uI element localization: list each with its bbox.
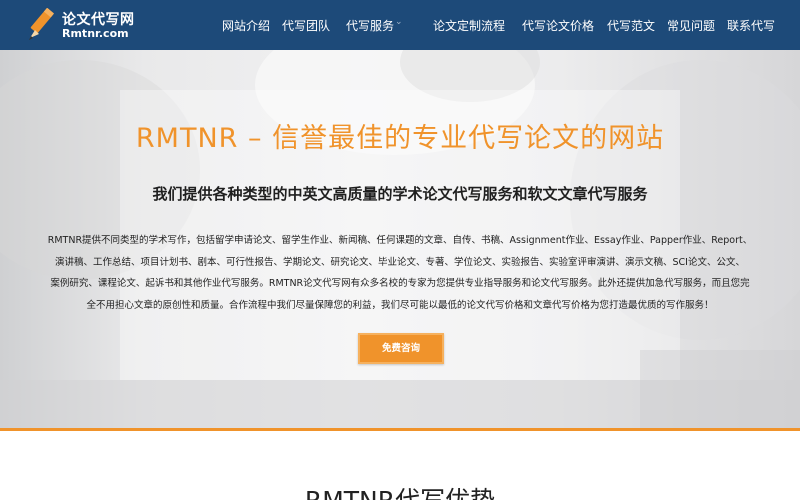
main-nav: 网站介绍 代写团队 代写服务 ⌄ 论文定制流程 代写论文价格 代写范文 常见问题… xyxy=(0,0,800,50)
nav-item-samples[interactable]: 代写范文 xyxy=(607,17,655,34)
hero-subtitle: 我们提供各种类型的中英文高质量的学术论文代写服务和软文文章代写服务 xyxy=(152,185,648,203)
hero-divider xyxy=(0,428,800,431)
hero-title: RMTNR – 信誉最佳的专业代写论文的网站 xyxy=(135,123,665,154)
chevron-down-icon[interactable]: ⌄ xyxy=(395,17,403,27)
nav-item-services[interactable]: 代写服务 xyxy=(346,17,394,34)
hero-description-line: 案例研究、课程论文、起诉书和其他作业代写服务。RMTNR论文代写网有众多名校的专… xyxy=(50,278,750,289)
hero-description-line: 全不用担心文章的原创性和质量。合作流程中我们尽量保障您的利益，我们尽可能以最低的… xyxy=(86,299,714,311)
nav-item-pricing[interactable]: 代写论文价格 xyxy=(522,17,594,34)
hero-description: RMTNR提供不同类型的学术写作，包括留学申请论文、留学生作业、新闻稿、任何课题… xyxy=(28,230,772,316)
nav-item-team[interactable]: 代写团队 xyxy=(282,17,330,34)
site-header: 论文代写网 Rmtnr.com 网站介绍 代写团队 代写服务 ⌄ 论文定制流程 … xyxy=(0,0,800,50)
nav-item-about[interactable]: 网站介绍 xyxy=(222,17,270,34)
section-title: RMTNR代写优势 xyxy=(0,481,800,500)
hero-description-line: RMTNR提供不同类型的学术写作，包括留学申请论文、留学生作业、新闻稿、任何课题… xyxy=(47,235,753,246)
free-consult-button[interactable]: 免费咨询 xyxy=(358,333,444,364)
nav-item-faq[interactable]: 常见问题 xyxy=(667,17,715,34)
nav-item-contact[interactable]: 联系代写 xyxy=(727,17,775,34)
hero-description-line: 演讲稿、工作总结、项目计划书、剧本、可行性报告、学期论文、研究论文、毕业论文、专… xyxy=(55,256,745,268)
hero-banner: RMTNR – 信誉最佳的专业代写论文的网站 我们提供各种类型的中英文高质量的学… xyxy=(0,50,800,428)
nav-item-process[interactable]: 论文定制流程 xyxy=(433,17,505,34)
